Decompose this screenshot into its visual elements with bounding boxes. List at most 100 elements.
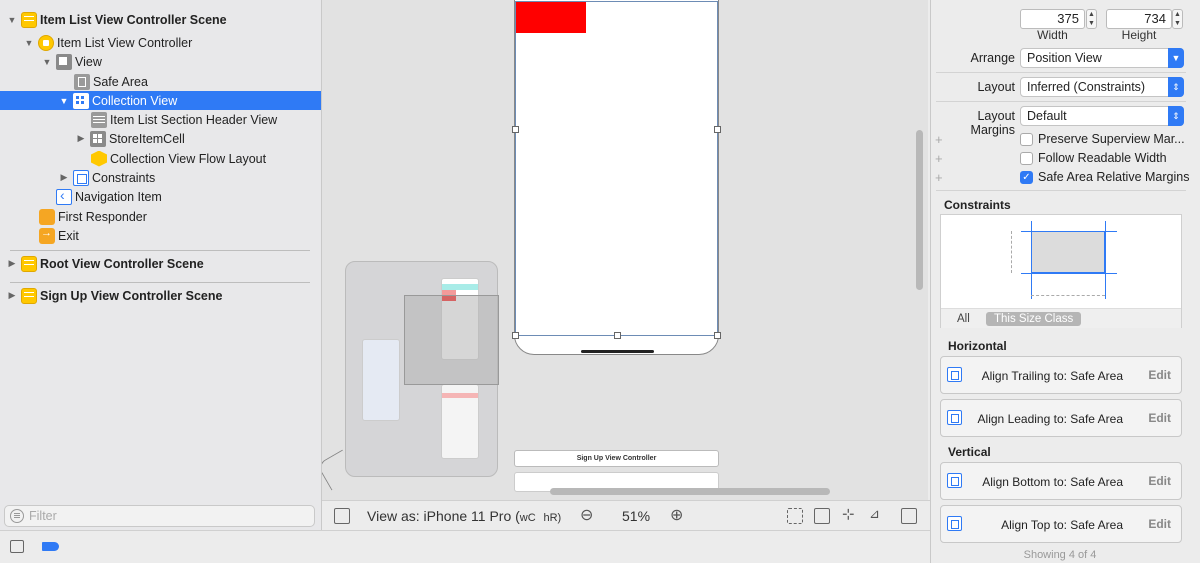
outline-row-exit[interactable]: Exit [0, 226, 321, 245]
safe-area-relative-margins-checkbox[interactable]: ✓ [1020, 171, 1033, 184]
outline-row-store-item-cell[interactable]: ▶ StoreItemCell [0, 129, 321, 148]
outline-row-label: First Responder [58, 209, 147, 224]
outline-row-constraints[interactable]: ▶ Constraints [0, 168, 321, 187]
editor-bottom-bar [0, 530, 930, 563]
zoom-in-icon[interactable]: ⊕ [670, 505, 683, 525]
scene-icon [21, 11, 37, 28]
storyboard-canvas[interactable]: Sign Up View Controller [322, 0, 928, 500]
plus-icon[interactable]: + [935, 170, 943, 185]
update-frames-icon[interactable] [787, 508, 803, 524]
bottom-constraint-icon [947, 473, 962, 488]
outline-row-signup-scene[interactable]: ▶ Sign Up View Controller Scene [0, 286, 321, 305]
tab-all[interactable]: All [957, 313, 970, 325]
trailing-constraint-icon [947, 367, 962, 382]
disclosure-closed-icon[interactable]: ▶ [7, 290, 17, 301]
disclosure-open-icon[interactable]: ▼ [24, 38, 34, 48]
outline-row-root-scene[interactable]: ▶ Root View Controller Scene [0, 254, 321, 273]
outline-row-section-header[interactable]: Item List Section Header View [0, 110, 321, 129]
horizontal-scrollbar[interactable] [550, 488, 830, 495]
hide-debug-area-icon[interactable] [10, 540, 24, 553]
divider [936, 101, 1186, 102]
minimap-viewport[interactable] [404, 295, 499, 385]
outline-row-navigation-item[interactable]: Navigation Item [0, 187, 321, 206]
constraint-top[interactable]: Align Top to: Safe Area Edit [940, 505, 1182, 543]
arrange-popup[interactable]: Position View ▼ [1020, 48, 1184, 68]
outline-row-item-list-scene[interactable]: ▼ Item List View Controller Scene [0, 10, 321, 29]
breakpoint-toggle-icon[interactable] [42, 542, 59, 551]
outline-row-label: Item List View Controller [57, 35, 193, 50]
outline-row-item-list-vc[interactable]: ▼ Item List View Controller [0, 33, 321, 52]
document-outline: ▼ Item List View Controller Scene ▼ Item… [0, 0, 322, 530]
disclosure-closed-icon[interactable]: ▶ [59, 172, 69, 183]
constraint-trailing[interactable]: Align Trailing to: Safe Area Edit [940, 356, 1182, 394]
outline-row-label: StoreItemCell [109, 131, 185, 146]
signup-scene-label[interactable]: Sign Up View Controller [514, 450, 719, 467]
outline-row-label: Constraints [92, 170, 156, 185]
zoom-out-icon[interactable]: ⊖ [580, 505, 593, 525]
canvas-toolbar: View as: iPhone 11 Pro (wC hR) ⊖ 51% ⊕ ⊹… [322, 500, 930, 530]
outline-row-safe-area[interactable]: Safe Area [0, 72, 321, 91]
canvas-minimap[interactable] [345, 261, 499, 477]
resize-handle[interactable] [512, 126, 519, 133]
align-icon[interactable] [814, 508, 830, 524]
resolve-issues-icon[interactable]: ⊿ [869, 506, 880, 522]
navigation-item-icon [56, 187, 72, 205]
outline-row-label: Root View Controller Scene [40, 256, 204, 271]
outline-row-first-responder[interactable]: First Responder [0, 207, 321, 226]
disclosure-closed-icon[interactable]: ▶ [76, 133, 86, 144]
edit-button[interactable]: Edit [1148, 411, 1171, 425]
view-as-label[interactable]: View as: iPhone 11 Pro (wC hR) [367, 508, 561, 524]
first-responder-icon [39, 208, 55, 225]
layout-popup[interactable]: Inferred (Constraints) ⇕ [1020, 77, 1184, 97]
width-field[interactable]: 375 [1020, 9, 1085, 29]
follow-readable-width-checkbox[interactable] [1020, 152, 1033, 165]
outline-row-view[interactable]: ▼ View [0, 52, 321, 71]
divider [10, 282, 310, 283]
outline-row-collection-view[interactable]: ▼ Collection View [0, 91, 321, 110]
device-frame [512, 0, 721, 355]
edit-button[interactable]: Edit [1148, 368, 1171, 382]
toggle-outline-icon[interactable] [334, 508, 350, 524]
layout-margins-popup[interactable]: Default ⇕ [1020, 106, 1184, 126]
disclosure-open-icon[interactable]: ▼ [59, 96, 69, 106]
edit-button[interactable]: Edit [1148, 517, 1171, 531]
outline-row-label: Exit [58, 228, 79, 243]
constraints-title: Constraints [944, 198, 1011, 212]
preserve-superview-margins-checkbox[interactable] [1020, 133, 1033, 146]
constraints-diagram: All This Size Class [940, 214, 1182, 328]
add-constraints-icon[interactable]: ⊹ [842, 505, 855, 523]
outline-row-label: Collection View Flow Layout [110, 151, 267, 166]
plus-icon[interactable]: + [935, 151, 943, 166]
zoom-level: 51% [622, 508, 651, 524]
tab-this-size-class[interactable]: This Size Class [986, 312, 1082, 326]
section-header-icon [91, 111, 107, 128]
constraint-bottom[interactable]: Align Bottom to: Safe Area Edit [940, 462, 1182, 500]
divider [10, 250, 310, 251]
outline-row-flow-layout[interactable]: Collection View Flow Layout [0, 149, 321, 168]
disclosure-closed-icon[interactable]: ▶ [7, 258, 17, 269]
vertical-scrollbar[interactable] [916, 130, 923, 290]
edit-button[interactable]: Edit [1148, 474, 1171, 488]
width-stepper[interactable]: ▲ ▼ [1086, 9, 1097, 29]
showing-count: Showing 4 of 4 [1023, 549, 1097, 561]
resize-handle[interactable] [714, 126, 721, 133]
constraint-leading[interactable]: Align Leading to: Safe Area Edit [940, 399, 1182, 437]
layout-label: Layout [977, 80, 1015, 94]
height-stepper[interactable]: ▲ ▼ [1172, 9, 1183, 29]
outline-row-label: Navigation Item [75, 189, 162, 204]
view-controller-icon [38, 34, 54, 51]
minimap-scene [362, 339, 400, 421]
height-field[interactable]: 734 [1106, 9, 1172, 29]
filter-field[interactable]: Filter [4, 505, 315, 527]
plus-icon[interactable]: + [935, 132, 943, 147]
resize-handle[interactable] [512, 332, 519, 339]
disclosure-open-icon[interactable]: ▼ [7, 15, 17, 25]
flow-layout-icon [91, 150, 107, 167]
selected-collection-view[interactable] [512, 1, 721, 339]
resize-handle[interactable] [714, 332, 721, 339]
resize-handle[interactable] [614, 332, 621, 339]
embed-in-icon[interactable] [901, 508, 917, 524]
disclosure-open-icon[interactable]: ▼ [42, 57, 52, 67]
checkbox-label: Safe Area Relative Margins [1038, 170, 1190, 184]
outline-row-label: Collection View [92, 93, 178, 108]
